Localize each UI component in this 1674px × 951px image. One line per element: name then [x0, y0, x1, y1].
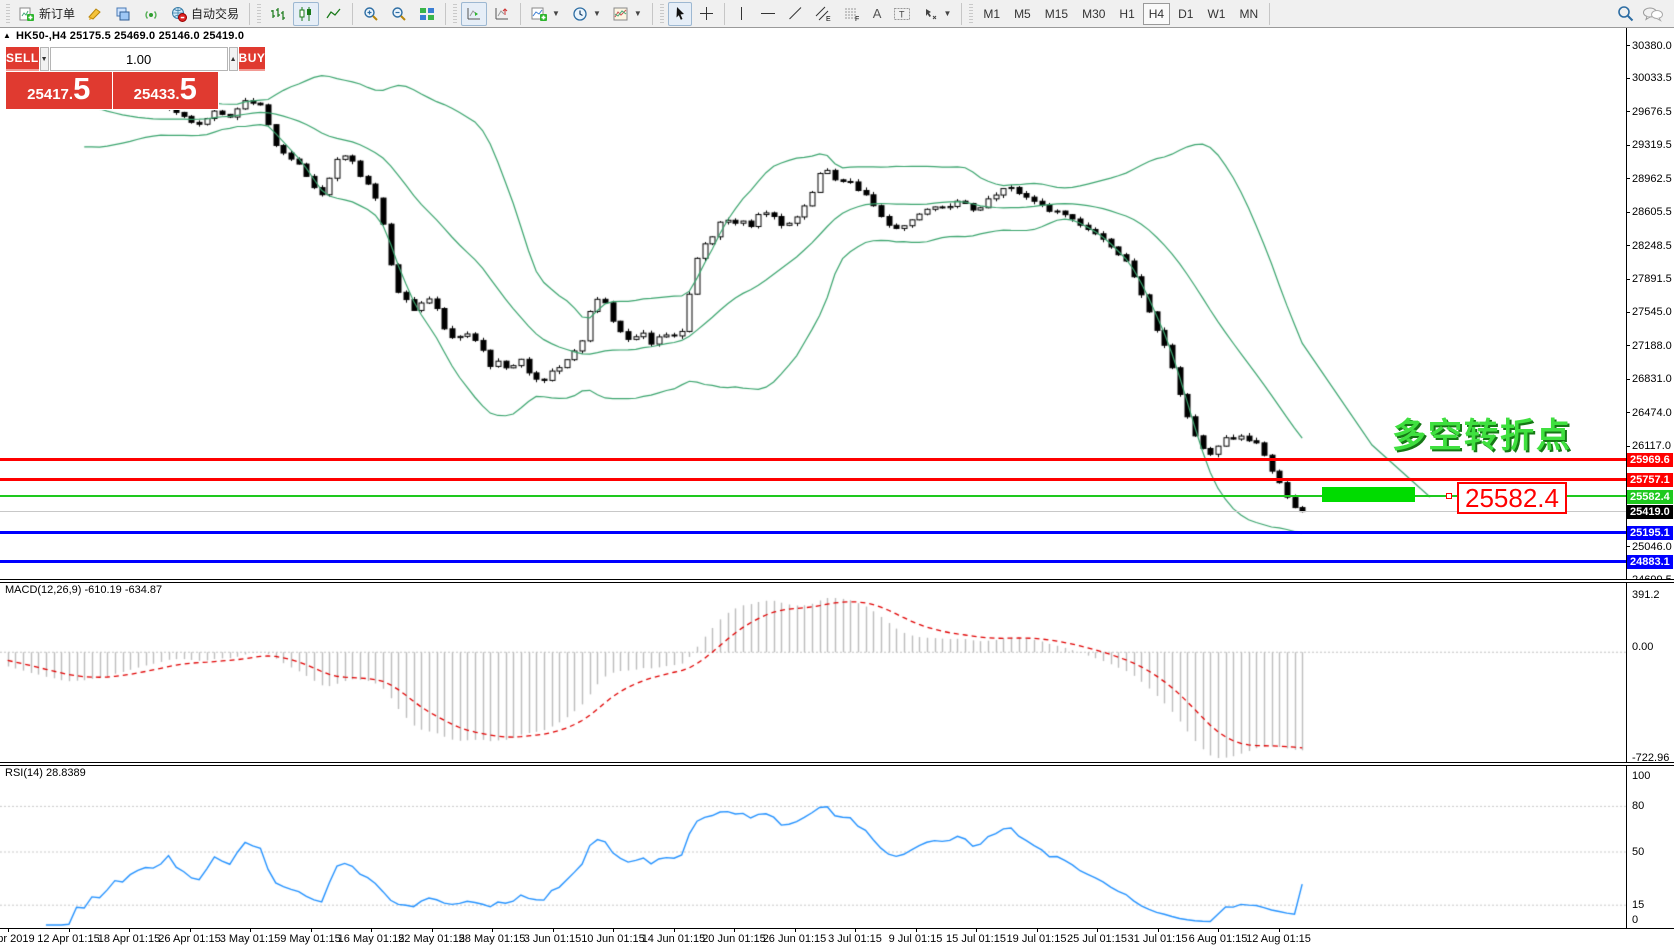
- mt4-window: 新订单 自动: [0, 0, 1674, 951]
- x-axis-label: 12 Aug 01:15: [1246, 933, 1311, 945]
- turning-point-annotation[interactable]: 多空转折点: [1392, 408, 1572, 457]
- sell-button[interactable]: SELL: [6, 47, 39, 71]
- x-axis-label: 8 Apr 2019: [0, 933, 35, 945]
- one-click-collapse-toggle[interactable]: ▲: [3, 31, 11, 40]
- volume-decrease-button[interactable]: ▼: [40, 47, 49, 71]
- y-axis-label: 28605.5: [1632, 206, 1672, 218]
- x-axis-label: 3 May 01:15: [220, 933, 281, 945]
- price-level-chip-25419.0: 25419.0: [1627, 505, 1673, 519]
- y-axis-label: 27545.0: [1632, 306, 1672, 318]
- sell-price-pips: 5: [73, 72, 90, 106]
- price-level-line-25757.1[interactable]: [0, 478, 1626, 481]
- rsi-indicator-label: RSI(14) 28.8389: [5, 767, 86, 779]
- price-level-chip-25757.1: 25757.1: [1627, 473, 1673, 487]
- buy-button[interactable]: BUY: [239, 47, 266, 71]
- x-axis-label: 18 Apr 01:15: [98, 933, 160, 945]
- one-click-trading-panel: SELL ▼ ▲ BUY 25417.5 25433.5: [5, 46, 219, 110]
- x-axis-label: 3 Jun 01:15: [524, 933, 582, 945]
- price-level-chip-25969.6: 25969.6: [1627, 453, 1673, 467]
- y-axis-label: 27188.0: [1632, 340, 1672, 352]
- x-axis-label: 10 Jun 01:15: [581, 933, 645, 945]
- x-axis-label: 9 Jul 01:15: [889, 933, 943, 945]
- x-axis-label: 3 Jul 01:15: [828, 933, 882, 945]
- x-axis-label: 28 May 01:15: [459, 933, 526, 945]
- y-axis-label: 30380.0: [1632, 40, 1672, 52]
- y-axis-label: 25046.0: [1632, 541, 1672, 553]
- y-axis-label: 26831.0: [1632, 373, 1672, 385]
- x-axis-label: 19 Jul 01:15: [1007, 933, 1067, 945]
- volume-input[interactable]: [50, 47, 228, 71]
- y-axis-label: 28248.5: [1632, 240, 1672, 252]
- price-level-line-25969.6[interactable]: [0, 458, 1626, 461]
- y-axis-label: 26474.0: [1632, 407, 1672, 419]
- y-axis-label: 29676.5: [1632, 106, 1672, 118]
- x-axis-label: 16 May 01:15: [338, 933, 405, 945]
- x-axis-label: 26 Jun 01:15: [763, 933, 827, 945]
- rsi-scale-50: 50: [1632, 846, 1644, 858]
- green-zone-rectangle[interactable]: [1322, 487, 1415, 502]
- price-level-line-24883.1[interactable]: [0, 560, 1626, 563]
- x-axis-border: [0, 928, 1674, 929]
- rsi-scale-0: 0: [1632, 914, 1638, 926]
- price-level-chip-24883.1: 24883.1: [1627, 555, 1673, 569]
- price-level-line-25195.1[interactable]: [0, 531, 1626, 534]
- volume-increase-button[interactable]: ▲: [229, 47, 238, 71]
- x-axis-label: 6 Aug 01:15: [1189, 933, 1248, 945]
- buy-price-main: 25433: [134, 78, 176, 112]
- price-callout-label[interactable]: 25582.4: [1457, 482, 1567, 514]
- y-axis-label: 28962.5: [1632, 173, 1672, 185]
- rsi-scale-15: 15: [1632, 899, 1644, 911]
- x-axis-label: 22 May 01:15: [398, 933, 465, 945]
- y-axis-label: 29319.5: [1632, 139, 1672, 151]
- x-axis-label: 15 Jul 01:15: [946, 933, 1006, 945]
- sell-price-button[interactable]: 25417.5: [6, 72, 112, 109]
- macd-panel-separator[interactable]: [0, 579, 1674, 583]
- y-axis-label: 30033.5: [1632, 72, 1672, 84]
- price-level-line-25419.0[interactable]: [0, 511, 1626, 512]
- x-axis-label: 20 Jun 01:15: [702, 933, 766, 945]
- rsi-scale-80: 80: [1632, 800, 1644, 812]
- price-level-chip-25582.4: 25582.4: [1627, 490, 1673, 504]
- macd-scale-zero: 0.00: [1632, 641, 1653, 653]
- y-axis-label: 27891.5: [1632, 273, 1672, 285]
- macd-scale-top: 391.2: [1632, 589, 1660, 601]
- x-axis-label: 25 Jul 01:15: [1067, 933, 1127, 945]
- callout-anchor-marker: [1446, 493, 1452, 499]
- macd-indicator-label: MACD(12,26,9) -610.19 -634.87: [5, 584, 162, 596]
- chart-area: ▲ HK50-,H4 25175.5 25469.0 25146.0 25419…: [0, 28, 1674, 951]
- rsi-panel-separator[interactable]: [0, 762, 1674, 766]
- rsi-scale-100: 100: [1632, 770, 1650, 782]
- chart-ohlc-title: HK50-,H4 25175.5 25469.0 25146.0 25419.0: [16, 30, 244, 42]
- buy-price-pips: 5: [180, 72, 197, 106]
- x-axis-label: 9 May 01:15: [280, 933, 341, 945]
- price-level-chip-25195.1: 25195.1: [1627, 526, 1673, 540]
- buy-price-button[interactable]: 25433.5: [113, 72, 219, 109]
- x-axis-label: 31 Jul 01:15: [1128, 933, 1188, 945]
- y-axis-label: 26117.0: [1632, 440, 1671, 452]
- x-axis-label: 12 Apr 01:15: [37, 933, 99, 945]
- x-axis-label: 26 Apr 01:15: [158, 933, 220, 945]
- x-axis-label: 14 Jun 01:15: [642, 933, 706, 945]
- chart-canvas[interactable]: [0, 0, 1674, 951]
- sell-price-main: 25417: [27, 78, 69, 112]
